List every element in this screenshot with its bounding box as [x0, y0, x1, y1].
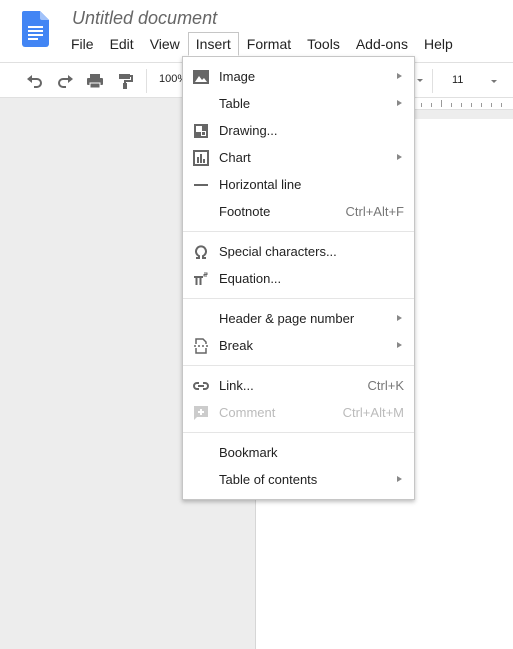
- menu-item-footnote[interactable]: Footnote Ctrl+Alt+F: [183, 198, 414, 225]
- menu-item-label: Bookmark: [219, 445, 278, 460]
- menu-item-label: Equation...: [219, 271, 282, 286]
- menu-item-comment[interactable]: Comment Ctrl+Alt+M: [183, 399, 414, 426]
- menu-view[interactable]: View: [142, 32, 188, 56]
- menu-item-label: Table of contents: [219, 472, 318, 487]
- menu-item-label: Horizontal line: [219, 177, 302, 192]
- submenu-arrow-icon: [397, 342, 402, 348]
- menu-item-label: Special characters...: [219, 244, 337, 259]
- document-title[interactable]: Untitled document: [72, 8, 217, 29]
- chart-icon: [193, 150, 209, 166]
- link-icon: [193, 382, 209, 390]
- pi-squared-icon: [194, 272, 208, 285]
- page-break-icon: [194, 338, 208, 354]
- menu-item-break[interactable]: Break: [183, 332, 414, 359]
- menu-item-label: Header & page number: [219, 311, 355, 326]
- chevron-down-icon: [491, 80, 497, 83]
- submenu-arrow-icon: [397, 154, 402, 160]
- menu-separator: [183, 298, 414, 299]
- redo-icon[interactable]: [55, 71, 75, 91]
- menu-file[interactable]: File: [63, 32, 102, 56]
- menu-item-label: Break: [219, 338, 253, 353]
- menu-bar: File Edit View Insert Format Tools Add-o…: [63, 32, 461, 56]
- submenu-arrow-icon: [397, 73, 402, 79]
- menu-item-label: Footnote: [219, 204, 271, 219]
- menu-separator: [183, 231, 414, 232]
- app-header: Untitled document File Edit View Insert …: [0, 0, 513, 62]
- menu-edit[interactable]: Edit: [102, 32, 142, 56]
- paint-format-icon[interactable]: [115, 71, 135, 91]
- insert-menu: Image Table Drawing... Chart Horizontal …: [182, 56, 415, 500]
- menu-item-bookmark[interactable]: Bookmark: [183, 439, 414, 466]
- image-icon: [193, 70, 209, 84]
- menu-tools[interactable]: Tools: [299, 32, 348, 56]
- menu-item-label: Drawing...: [219, 123, 278, 138]
- menu-addons[interactable]: Add-ons: [348, 32, 416, 56]
- menu-insert[interactable]: Insert: [187, 32, 239, 56]
- submenu-arrow-icon: [397, 476, 402, 482]
- menu-item-label: Chart: [219, 150, 251, 165]
- menu-item-shortcut: Ctrl+Alt+M: [342, 405, 404, 420]
- toolbar-separator: [146, 69, 147, 93]
- add-comment-icon: [194, 406, 208, 420]
- menu-item-label: Image: [219, 69, 256, 84]
- drawing-icon: [194, 124, 208, 138]
- font-size-select[interactable]: 11: [442, 68, 506, 94]
- menu-separator: [183, 365, 414, 366]
- menu-item-special-characters[interactable]: Special characters...: [183, 238, 414, 265]
- font-size-value: 11: [452, 74, 464, 86]
- docs-logo-icon[interactable]: [22, 11, 49, 47]
- menu-format[interactable]: Format: [239, 32, 299, 56]
- submenu-arrow-icon: [397, 315, 402, 321]
- menu-item-link[interactable]: Link... Ctrl+K: [183, 372, 414, 399]
- menu-item-table-of-contents[interactable]: Table of contents: [183, 466, 414, 493]
- menu-item-shortcut: Ctrl+Alt+F: [345, 204, 404, 219]
- menu-item-label: Table: [219, 96, 251, 111]
- omega-icon: [195, 245, 207, 259]
- menu-item-image[interactable]: Image: [183, 63, 414, 90]
- menu-item-label: Link...: [219, 378, 254, 393]
- print-icon[interactable]: [85, 71, 105, 91]
- font-dropdown-arrow-icon[interactable]: [417, 79, 423, 82]
- undo-icon[interactable]: [25, 71, 45, 91]
- menu-item-header-page-number[interactable]: Header & page number: [183, 305, 414, 332]
- menu-item-chart[interactable]: Chart: [183, 144, 414, 171]
- menu-item-equation[interactable]: Equation...: [183, 265, 414, 292]
- submenu-arrow-icon: [397, 100, 402, 106]
- menu-help[interactable]: Help: [416, 32, 461, 56]
- menu-item-horizontal-line[interactable]: Horizontal line: [183, 171, 414, 198]
- menu-item-drawing[interactable]: Drawing...: [183, 117, 414, 144]
- toolbar-separator: [432, 69, 433, 93]
- menu-separator: [183, 432, 414, 433]
- menu-item-table[interactable]: Table: [183, 90, 414, 117]
- menu-item-label: Comment: [219, 405, 276, 420]
- menu-item-shortcut: Ctrl+K: [367, 378, 404, 393]
- horizontal-line-icon: [194, 184, 208, 186]
